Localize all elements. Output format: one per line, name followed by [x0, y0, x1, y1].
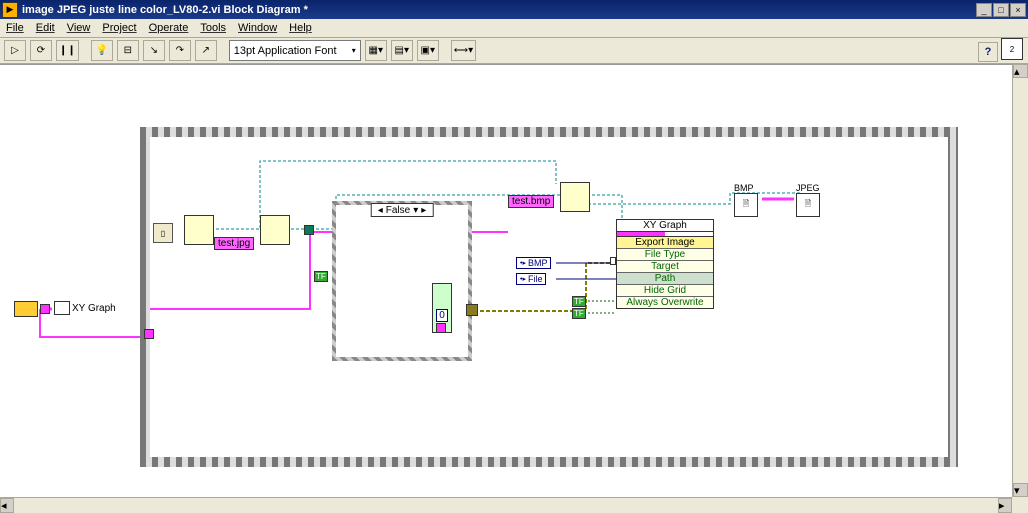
case-prev-icon[interactable]: ◂: [378, 205, 383, 216]
invoke-arg-overwrite[interactable]: Always Overwrite: [617, 296, 713, 308]
ring-constant-file[interactable]: •▸File: [516, 273, 546, 285]
window-buttons: _ □ ×: [976, 3, 1026, 17]
step-into-button[interactable]: ↘: [143, 40, 165, 61]
run-continuous-button[interactable]: ⟳: [30, 40, 52, 61]
case-output-tunnel: [466, 304, 478, 316]
menu-window[interactable]: Window: [238, 22, 277, 34]
chevron-down-icon: •▸: [520, 275, 526, 283]
xy-graph-label: XY Graph: [72, 303, 116, 314]
invoke-arg-filetype[interactable]: File Type: [617, 248, 713, 260]
invoke-arg-target[interactable]: Target: [617, 260, 713, 272]
context-help-button[interactable]: ?: [978, 42, 998, 62]
case-selector-value: False: [386, 205, 410, 216]
invoke-arg-hidegrid[interactable]: Hide Grid: [617, 284, 713, 296]
boolean-constant-2[interactable]: TF: [572, 296, 586, 307]
boolean-constant-3[interactable]: TF: [572, 308, 586, 319]
close-button[interactable]: ×: [1010, 3, 1026, 17]
invoke-terminal: [610, 257, 616, 265]
window-title: image JPEG juste line color_LV80-2.vi Bl…: [22, 4, 976, 16]
case-selector[interactable]: ◂ False ▾ ▸: [371, 203, 434, 217]
title-bar: ▶ image JPEG juste line color_LV80-2.vi …: [0, 0, 1028, 19]
menu-bar[interactable]: File Edit View Project Operate Tools Win…: [0, 19, 1028, 38]
bundle-output: [40, 304, 50, 314]
toolbar-separator: [83, 40, 87, 61]
invoke-node[interactable]: XY Graph Export Image File Type Target P…: [616, 219, 714, 309]
flat-sequence-structure[interactable]: [140, 127, 958, 467]
menu-help[interactable]: Help: [289, 22, 312, 34]
run-button[interactable]: ▷: [4, 40, 26, 61]
pause-button[interactable]: ❙❙: [56, 40, 79, 61]
case-next-icon[interactable]: ▸: [421, 205, 426, 216]
scroll-up-button[interactable]: ▴: [1013, 64, 1028, 78]
boolean-constant-1[interactable]: TF: [314, 271, 328, 282]
maximize-button[interactable]: □: [993, 3, 1009, 17]
menu-file[interactable]: File: [6, 22, 24, 34]
write-jpeg-node[interactable]: 🗎: [796, 193, 820, 217]
step-over-button[interactable]: ↷: [169, 40, 191, 61]
chevron-down-icon: •▸: [520, 259, 526, 267]
block-diagram-canvas[interactable]: XY Graph ▯ test.jpg TF ◂ False ▾ ▸ 0 tes…: [0, 64, 1012, 497]
xy-graph-icon: [54, 301, 70, 315]
jpeg-label: JPEG: [796, 183, 820, 193]
path-constant-node[interactable]: ▯: [153, 223, 173, 243]
reorder-button[interactable]: ⟷▾: [451, 40, 476, 61]
toolbar-separator-2: [221, 40, 225, 61]
bundle-node[interactable]: [14, 301, 38, 317]
scroll-down-button[interactable]: ▾: [1013, 483, 1028, 497]
xy-graph-terminal[interactable]: XY Graph: [54, 301, 116, 315]
toolbar: ▷ ⟳ ❙❙ 💡 ⊟ ↘ ↷ ↗ 13pt Application Font ▾…: [0, 38, 1028, 64]
bmp-label: BMP: [734, 183, 754, 193]
invoke-method[interactable]: Export Image: [617, 236, 713, 248]
test-bmp-constant[interactable]: test.bmp: [508, 195, 554, 208]
scrollbar-corner: [1012, 497, 1028, 513]
case-dropdown-icon[interactable]: ▾: [413, 205, 418, 216]
menu-view[interactable]: View: [67, 22, 91, 34]
chevron-down-icon: ▾: [352, 46, 356, 55]
vertical-scrollbar[interactable]: ▴ ▾: [1012, 64, 1028, 497]
case-structure[interactable]: ◂ False ▾ ▸: [332, 201, 472, 361]
menu-project[interactable]: Project: [102, 22, 136, 34]
horizontal-scrollbar[interactable]: ◂ ▸: [0, 497, 1012, 513]
menu-edit[interactable]: Edit: [36, 22, 55, 34]
vi-icon[interactable]: 2: [1001, 38, 1023, 60]
labview-icon: ▶: [2, 2, 18, 18]
menu-tools[interactable]: Tools: [200, 22, 226, 34]
tunnel-node: [144, 329, 154, 339]
toolbar-separator-3: [443, 40, 447, 61]
scroll-right-button[interactable]: ▸: [998, 498, 1012, 513]
font-selector-text: 13pt Application Font: [234, 45, 337, 57]
font-selector[interactable]: 13pt Application Font ▾: [229, 40, 361, 61]
test-jpg-constant[interactable]: test.jpg: [214, 237, 254, 250]
distribute-button[interactable]: ▤▾: [391, 40, 413, 61]
subvi-write-bmp-node[interactable]: [560, 182, 590, 212]
invoke-header: XY Graph: [617, 220, 713, 232]
array-element: [436, 323, 446, 333]
sequence-tunnel: [304, 225, 314, 235]
retain-wire-button[interactable]: ⊟: [117, 40, 139, 61]
write-bmp-node[interactable]: 🗎: [734, 193, 758, 217]
invoke-arg-path[interactable]: Path: [617, 272, 713, 284]
minimize-button[interactable]: _: [976, 3, 992, 17]
subvi-process-node[interactable]: [260, 215, 290, 245]
subvi-read-node[interactable]: [184, 215, 214, 245]
highlight-exec-button[interactable]: 💡: [91, 40, 113, 61]
scroll-left-button[interactable]: ◂: [0, 498, 14, 513]
resize-button[interactable]: ▣▾: [417, 40, 439, 61]
app-window: ▶ image JPEG juste line color_LV80-2.vi …: [0, 0, 1028, 513]
step-out-button[interactable]: ↗: [195, 40, 217, 61]
ring-constant-bmp[interactable]: •▸BMP: [516, 257, 551, 269]
menu-operate[interactable]: Operate: [149, 22, 189, 34]
align-button[interactable]: ▦▾: [365, 40, 387, 61]
numeric-constant-zero[interactable]: 0: [436, 309, 448, 322]
